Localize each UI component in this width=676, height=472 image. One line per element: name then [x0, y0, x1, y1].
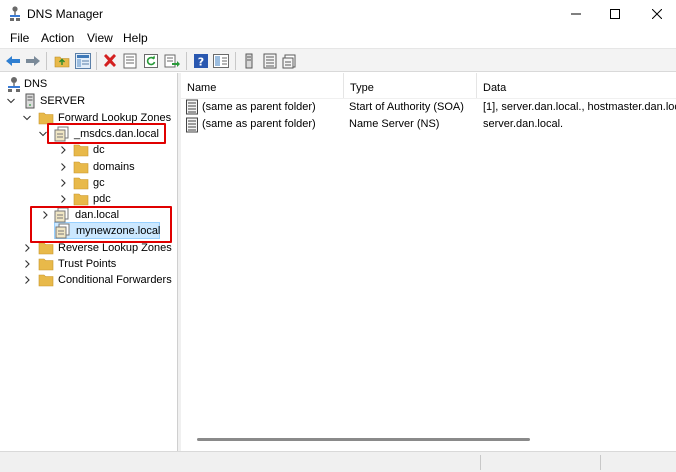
show-hide-console-tree-icon[interactable]	[75, 53, 91, 69]
chevron-right-icon[interactable]	[22, 274, 32, 286]
column-header-label: Type	[350, 82, 374, 94]
tree-label: dc	[93, 144, 105, 156]
toolbar-separator	[235, 52, 236, 70]
chevron-right-icon[interactable]	[58, 161, 68, 173]
tree-label: pdc	[93, 193, 111, 205]
tree-label: Trust Points	[58, 258, 117, 270]
toolbar-separator	[46, 52, 47, 70]
record-name: (same as parent folder)	[202, 118, 316, 130]
up-folder-icon[interactable]	[54, 53, 70, 69]
maximize-icon	[610, 9, 620, 19]
delete-icon[interactable]	[102, 53, 118, 69]
annotation-box-msdcs	[47, 123, 166, 144]
folder-icon	[73, 193, 89, 206]
table-row[interactable]: (same as parent folder) Name Server (NS)…	[181, 116, 676, 134]
tree-label: domains	[93, 161, 135, 173]
forward-arrow-icon[interactable]	[25, 53, 41, 69]
column-header-label: Name	[187, 82, 217, 94]
status-bar	[0, 451, 676, 472]
minimize-icon	[571, 13, 581, 15]
tree-label: Conditional Forwarders	[58, 274, 172, 286]
menu-help[interactable]: Help	[123, 31, 148, 45]
record-data: server.dan.local.	[483, 118, 564, 130]
help-icon[interactable]: ?	[193, 53, 209, 69]
chevron-right-icon[interactable]	[22, 258, 32, 270]
chevron-right-icon[interactable]	[58, 144, 68, 156]
refresh-icon[interactable]	[143, 53, 159, 69]
toolbar-separator	[96, 52, 97, 70]
toolbar-separator	[186, 52, 187, 70]
menu-bar: File Action View Help	[0, 28, 676, 48]
column-header-data[interactable]: Data	[477, 73, 676, 99]
svg-text:?: ?	[198, 56, 204, 69]
table-row[interactable]: (same as parent folder) Start of Authori…	[181, 98, 676, 116]
records-icon[interactable]	[262, 53, 278, 69]
title-bar: DNS Manager	[0, 0, 676, 28]
chevron-down-icon[interactable]	[6, 95, 16, 107]
menu-action[interactable]: Action	[41, 31, 74, 45]
tree-label: gc	[93, 177, 105, 189]
export-list-icon[interactable]	[164, 53, 180, 69]
chevron-right-icon[interactable]	[58, 177, 68, 189]
menu-file[interactable]: File	[10, 31, 29, 45]
record-icon	[186, 99, 198, 115]
toolbar: ?	[0, 48, 676, 72]
dns-manager-app-icon	[10, 6, 20, 21]
zone-icon[interactable]	[282, 53, 298, 69]
record-type: Name Server (NS)	[349, 118, 440, 130]
records-list: Name Type Data (same as parent folder) S…	[181, 73, 676, 451]
properties-icon[interactable]	[122, 53, 138, 69]
close-icon	[652, 9, 662, 19]
record-type: Start of Authority (SOA)	[349, 101, 464, 113]
chevron-right-icon[interactable]	[58, 193, 68, 205]
column-header-label: Data	[483, 82, 507, 94]
status-separator	[480, 455, 481, 470]
chevron-down-icon[interactable]	[22, 112, 32, 124]
console-tree: DNS SERVER Forward Lookup Zones _msdcs.d…	[0, 73, 178, 451]
column-header-type[interactable]: Type	[344, 73, 477, 99]
window-title: DNS Manager	[27, 7, 104, 21]
show-action-pane-icon[interactable]	[213, 53, 229, 69]
folder-icon	[73, 144, 89, 157]
chevron-right-icon[interactable]	[22, 242, 32, 254]
back-arrow-icon[interactable]	[5, 53, 21, 69]
tree-label: SERVER	[40, 95, 86, 107]
column-header-name[interactable]: Name	[181, 73, 344, 99]
close-button[interactable]	[634, 0, 676, 28]
horizontal-scrollbar[interactable]	[197, 438, 530, 441]
record-data: [1], server.dan.local., hostmaster.dan.l…	[483, 101, 676, 113]
folder-icon	[38, 258, 54, 271]
server-icon	[25, 93, 35, 109]
menu-view[interactable]: View	[87, 31, 113, 45]
folder-icon	[73, 177, 89, 190]
status-separator	[600, 455, 601, 470]
folder-icon	[38, 274, 54, 287]
tree-label: Reverse Lookup Zones	[58, 242, 172, 254]
server-icon[interactable]	[241, 53, 257, 69]
maximize-button[interactable]	[592, 0, 638, 28]
annotation-box-zones	[30, 206, 172, 243]
folder-icon	[73, 161, 89, 174]
dns-icon	[8, 77, 20, 92]
record-name: (same as parent folder)	[202, 101, 316, 113]
tree-label: DNS	[24, 78, 48, 90]
record-icon	[186, 117, 198, 133]
